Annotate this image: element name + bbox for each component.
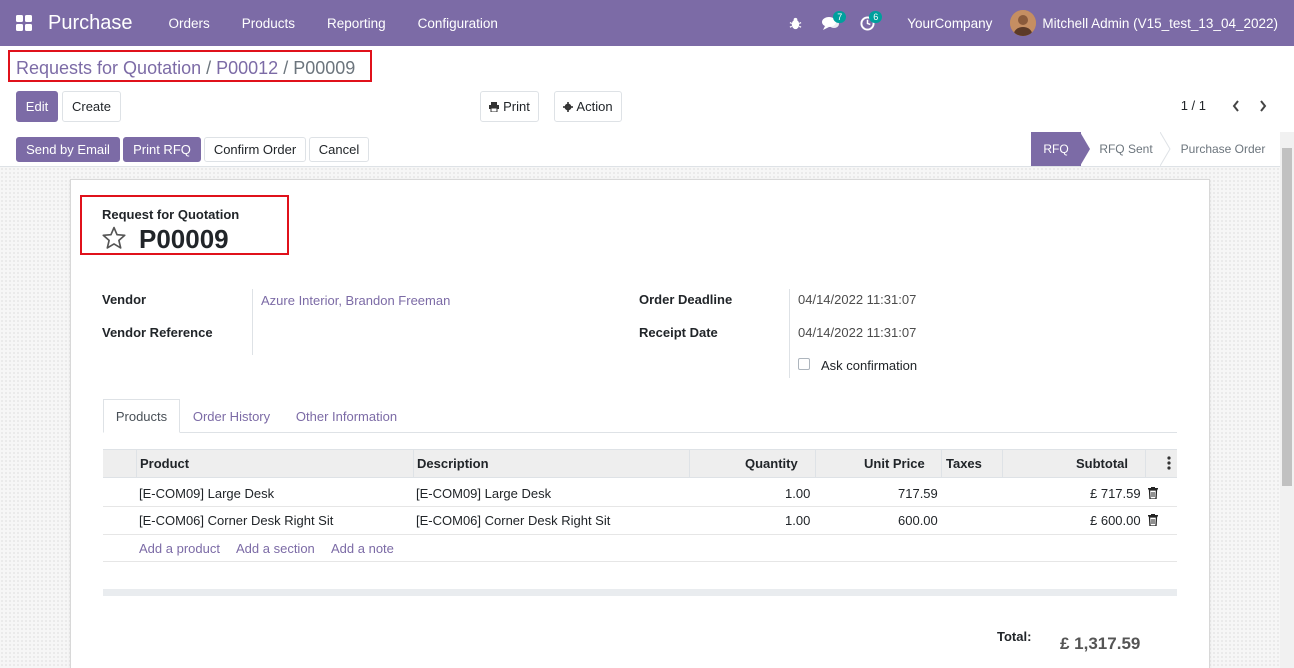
printer-icon bbox=[489, 101, 500, 112]
stage-rfq-sent[interactable]: RFQ Sent bbox=[1090, 132, 1162, 166]
tab-other-information-label: Other Information bbox=[295, 408, 398, 424]
add-note-link[interactable]: Add a note bbox=[331, 541, 394, 556]
tab-order-history[interactable]: Order History bbox=[183, 399, 280, 433]
pager-previous-icon[interactable] bbox=[1228, 97, 1244, 115]
ask-confirmation-checkbox[interactable] bbox=[798, 358, 810, 370]
column-unit-price[interactable]: Unit Price bbox=[864, 456, 925, 471]
menu-reporting[interactable]: Reporting bbox=[311, 16, 402, 31]
cancel-button[interactable]: Cancel bbox=[309, 137, 369, 162]
line-1-unit-price[interactable]: 717.59 bbox=[898, 486, 938, 501]
menu-products[interactable]: Products bbox=[226, 16, 311, 31]
activities-clock-icon[interactable]: 6 bbox=[849, 0, 885, 46]
add-product-link[interactable]: Add a product bbox=[139, 541, 220, 556]
column-subtotal[interactable]: Subtotal bbox=[1076, 456, 1128, 471]
column-description[interactable]: Description bbox=[417, 456, 489, 471]
vendor-value[interactable]: Azure Interior, Brandon Freeman bbox=[261, 293, 450, 308]
scrollbar-thumb[interactable] bbox=[1282, 148, 1292, 486]
total-label: Total: bbox=[997, 629, 1032, 644]
receipt-date-label: Receipt Date bbox=[639, 325, 718, 340]
user-avatar[interactable] bbox=[1010, 10, 1037, 36]
edit-button[interactable]: Edit bbox=[16, 91, 58, 122]
messages-icon[interactable]: 7 bbox=[813, 0, 849, 46]
action-dropdown[interactable]: Action bbox=[554, 91, 622, 122]
order-deadline-label: Order Deadline bbox=[639, 292, 733, 307]
line-1-quantity[interactable]: 1.00 bbox=[785, 486, 810, 501]
app-name[interactable]: Purchase bbox=[48, 12, 133, 35]
section-divider bbox=[103, 589, 1177, 596]
stage-rfq-sent-label: RFQ Sent bbox=[1099, 142, 1153, 156]
tab-products-label: Products bbox=[115, 408, 168, 424]
column-separator bbox=[1145, 450, 1146, 478]
stage-purchase-order-label: Purchase Order bbox=[1180, 142, 1266, 156]
highlight-box-breadcrumb bbox=[8, 50, 372, 82]
line-1-description[interactable]: [E-COM09] Large Desk bbox=[416, 486, 551, 501]
column-separator bbox=[1002, 450, 1003, 478]
gear-icon bbox=[563, 101, 574, 112]
pager-value[interactable]: 1 / 1 bbox=[1181, 98, 1206, 113]
optional-columns-icon[interactable] bbox=[1167, 456, 1171, 470]
print-label: Print bbox=[503, 99, 530, 114]
user-menu[interactable]: Mitchell Admin (V15_test_13_04_2022) bbox=[1042, 16, 1278, 31]
column-separator bbox=[815, 450, 816, 478]
line-1-delete-trash-icon[interactable] bbox=[1148, 487, 1158, 499]
tab-order-history-label: Order History bbox=[192, 408, 271, 424]
right-field-separator bbox=[789, 289, 790, 378]
messages-badge: 7 bbox=[833, 11, 847, 23]
stage-separator-arrow bbox=[1160, 132, 1171, 166]
line-1-product[interactable]: [E-COM09] Large Desk bbox=[139, 486, 274, 501]
column-taxes[interactable]: Taxes bbox=[946, 456, 982, 471]
action-label: Action bbox=[576, 99, 613, 114]
line-2-delete-trash-icon[interactable] bbox=[1148, 514, 1158, 526]
row-divider bbox=[103, 534, 1177, 535]
line-2-unit-price[interactable]: 600.00 bbox=[898, 513, 938, 528]
column-product[interactable]: Product bbox=[140, 456, 189, 471]
activities-badge: 6 bbox=[869, 11, 883, 23]
vendor-reference-label: Vendor Reference bbox=[102, 325, 213, 340]
print-rfq-button[interactable]: Print RFQ bbox=[123, 137, 201, 162]
menu-orders[interactable]: Orders bbox=[153, 16, 226, 31]
receipt-date-value[interactable]: 04/14/2022 11:31:07 bbox=[798, 325, 916, 340]
tab-products[interactable]: Products bbox=[103, 399, 180, 433]
stage-rfq-label: RFQ bbox=[1043, 142, 1069, 156]
print-dropdown[interactable]: Print bbox=[480, 91, 539, 122]
stage-rfq[interactable]: RFQ bbox=[1031, 132, 1081, 166]
order-deadline-value[interactable]: 04/14/2022 11:31:07 bbox=[798, 292, 916, 307]
column-separator bbox=[941, 450, 942, 478]
column-separator bbox=[689, 450, 690, 478]
company-switcher[interactable]: YourCompany bbox=[885, 16, 1010, 31]
create-button[interactable]: Create bbox=[62, 91, 121, 122]
line-2-product[interactable]: [E-COM06] Corner Desk Right Sit bbox=[139, 513, 333, 528]
total-value: £ 1,317.59 bbox=[1060, 634, 1141, 653]
line-2-description[interactable]: [E-COM06] Corner Desk Right Sit bbox=[416, 513, 610, 528]
line-2-subtotal: £ 600.00 bbox=[1090, 513, 1141, 528]
order-lines-header bbox=[103, 449, 1177, 478]
add-section-link[interactable]: Add a section bbox=[236, 541, 315, 556]
tab-other-information[interactable]: Other Information bbox=[284, 399, 409, 433]
confirm-order-button[interactable]: Confirm Order bbox=[204, 137, 306, 162]
stage-purchase-order[interactable]: Purchase Order bbox=[1172, 132, 1274, 166]
vendor-label: Vendor bbox=[102, 292, 147, 307]
line-1-subtotal: £ 717.59 bbox=[1090, 486, 1141, 501]
top-navbar: Purchase Orders Products Reporting Confi… bbox=[0, 0, 1294, 46]
left-field-separator bbox=[252, 289, 253, 355]
ask-confirmation-label: Ask confirmation bbox=[821, 358, 918, 373]
pager-next-icon[interactable] bbox=[1255, 97, 1271, 115]
send-by-email-button[interactable]: Send by Email bbox=[16, 137, 120, 162]
debug-bug-icon[interactable] bbox=[777, 0, 813, 46]
column-quantity[interactable]: Quantity bbox=[745, 456, 798, 471]
apps-menu-icon[interactable] bbox=[0, 0, 48, 46]
highlight-box-title bbox=[80, 195, 289, 255]
menu-configuration[interactable]: Configuration bbox=[402, 16, 514, 31]
column-separator bbox=[136, 450, 137, 478]
row-divider bbox=[103, 561, 1177, 562]
column-separator bbox=[413, 450, 414, 478]
line-2-quantity[interactable]: 1.00 bbox=[785, 513, 810, 528]
row-divider bbox=[103, 506, 1177, 507]
